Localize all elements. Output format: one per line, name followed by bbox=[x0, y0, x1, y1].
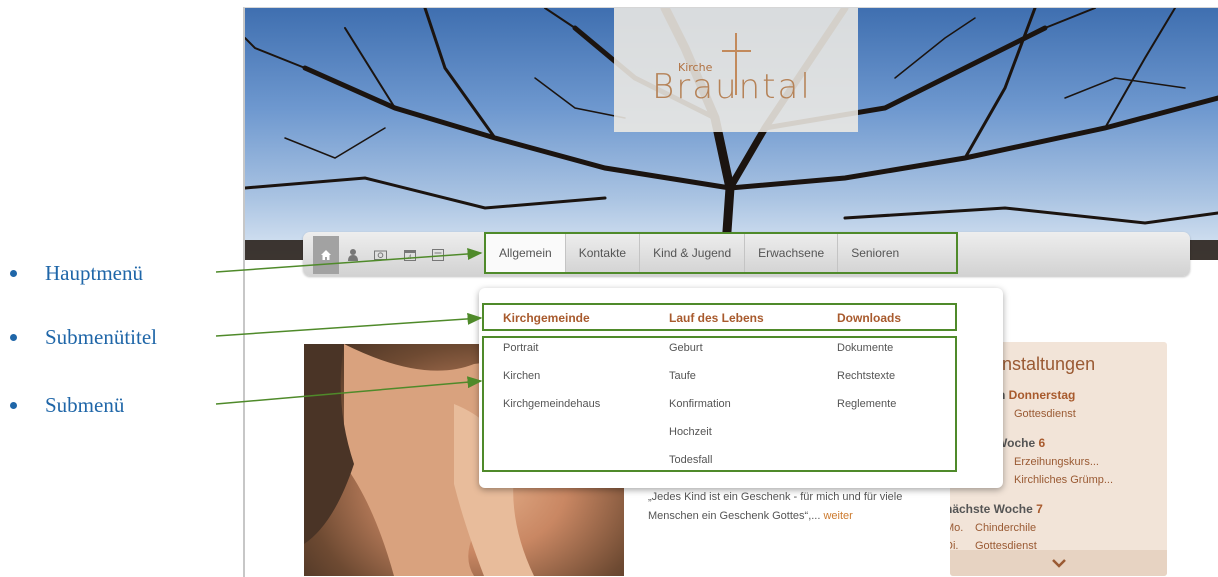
annotation-hauptmenu: Hauptmenü bbox=[10, 261, 143, 286]
main-menu: Allgemein Kontakte Kind & Jugend Erwachs… bbox=[484, 232, 958, 274]
menu-item-kontakte[interactable]: Kontakte bbox=[566, 234, 641, 272]
group-highlight: 7 bbox=[1036, 502, 1043, 516]
quote-text: „Jedes Kind ist ein Geschenk - für mich … bbox=[648, 488, 938, 526]
quote-body: „Jedes Kind ist ein Geschenk - für mich … bbox=[648, 491, 903, 522]
submenu-highlight bbox=[482, 336, 957, 472]
logo-title: Brauntal bbox=[652, 67, 812, 107]
menu-item-erwachsene[interactable]: Erwachsene bbox=[745, 234, 839, 272]
event-name: Gottesdienst bbox=[1014, 408, 1076, 420]
menu-item-kind-jugend[interactable]: Kind & Jugend bbox=[640, 234, 746, 272]
annotation-label: Submenü bbox=[45, 393, 125, 417]
menu-item-allgemein[interactable]: Allgemein bbox=[486, 234, 566, 272]
annotation-label: Submenütitel bbox=[45, 325, 157, 349]
cross-icon-bar bbox=[722, 50, 751, 52]
svg-text:4: 4 bbox=[408, 254, 412, 261]
annotation-label: Hauptmenü bbox=[45, 261, 143, 285]
home-icon[interactable] bbox=[313, 236, 339, 274]
calendar-icon[interactable]: 4 bbox=[403, 248, 416, 261]
events-title: anstaltungen bbox=[992, 354, 1096, 374]
group-highlight: 6 bbox=[1038, 436, 1046, 450]
bullet-icon bbox=[10, 334, 17, 341]
submenu-title-highlight bbox=[482, 303, 957, 331]
event-name: Kirchliches Grümp... bbox=[1014, 474, 1114, 486]
events-scroll-button[interactable] bbox=[950, 550, 1167, 576]
event-name: Erzeihungskurs... bbox=[1014, 456, 1099, 468]
bullet-icon bbox=[10, 402, 17, 409]
event-row[interactable]: Kirchliches Grümp... bbox=[984, 474, 1113, 486]
chevron-down-icon bbox=[1051, 559, 1066, 568]
read-more-link[interactable]: weiter bbox=[823, 510, 852, 522]
event-name: Chinderchile bbox=[975, 522, 1037, 534]
annotation-submenu: Submenü bbox=[10, 393, 124, 418]
bullet-icon bbox=[10, 270, 17, 277]
group-prefix: nächste Woche bbox=[950, 502, 1037, 516]
event-day: Mo. bbox=[950, 522, 964, 534]
document-icon[interactable] bbox=[431, 248, 444, 261]
camera-icon[interactable] bbox=[374, 248, 387, 261]
group-highlight: Donnerstag bbox=[1008, 388, 1076, 402]
annotation-submenutitel: Submenütitel bbox=[10, 325, 157, 350]
person-icon[interactable] bbox=[346, 248, 359, 261]
events-group-heading: nächste Woche 7 bbox=[950, 502, 1043, 516]
menu-item-senioren[interactable]: Senioren bbox=[838, 234, 912, 272]
event-row[interactable]: Mo. Chinderchile bbox=[950, 522, 1036, 534]
